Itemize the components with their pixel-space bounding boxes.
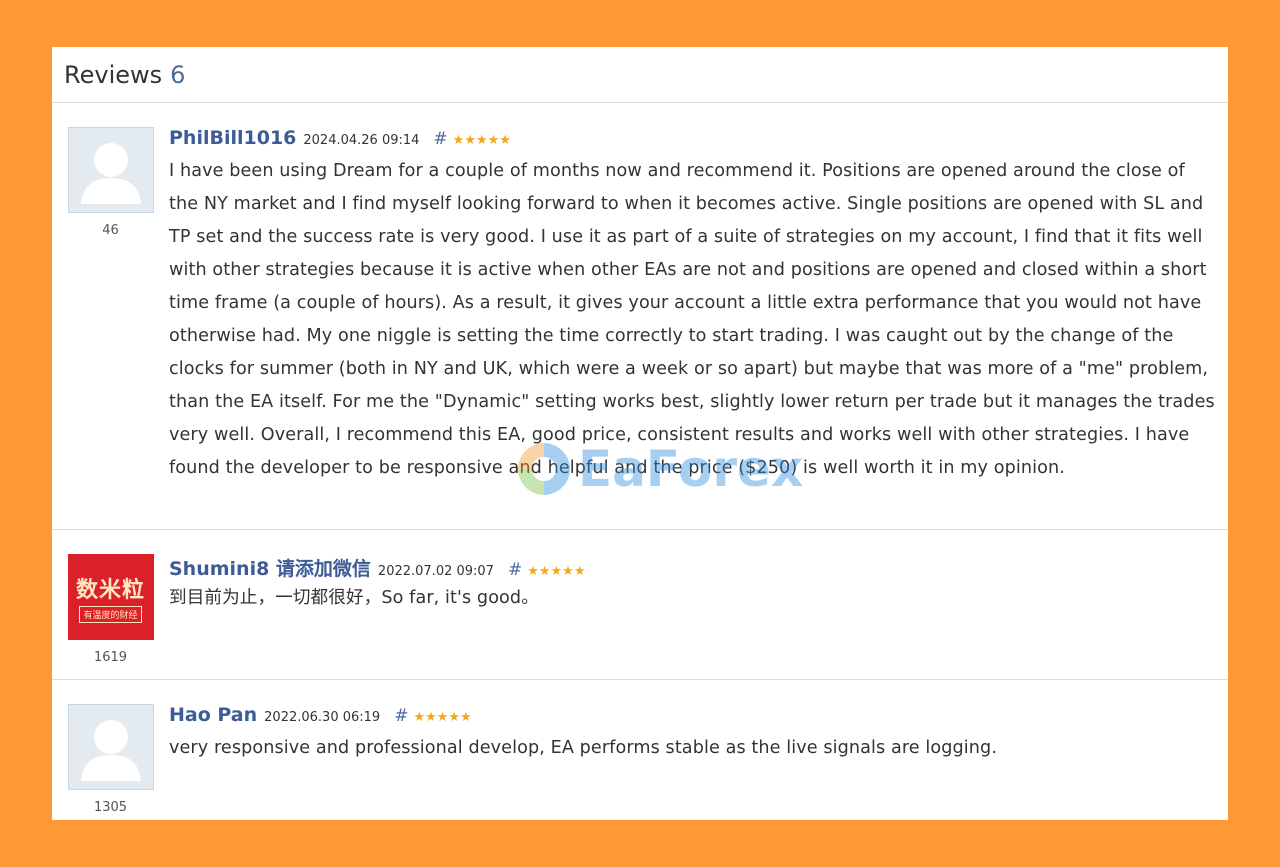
star-rating: ★★★★★ [527, 564, 586, 579]
review-text: 到目前为止，一切都很好，So far, it's good。 [169, 588, 539, 608]
star-rating: ★★★★★ [413, 710, 472, 725]
reviews-title: Reviews [64, 60, 163, 89]
review-text: very responsive and professional develop… [169, 738, 998, 758]
review-date: 2022.06.30 06:19 [264, 710, 381, 725]
permalink-hash[interactable]: # [433, 129, 447, 149]
review-content: Hao Pan 2022.06.30 06:19 # ★★★★★ very re… [169, 680, 1228, 820]
avatar-count: 46 [102, 223, 119, 238]
avatar[interactable] [67, 704, 154, 790]
avatar[interactable]: 数米粒 有温度的财经 [67, 554, 154, 640]
review-content: Shumini8 请添加微信 2022.07.02 09:07 # ★★★★★ … [169, 530, 1228, 679]
avatar-column: 1305 [52, 680, 169, 820]
author-link[interactable]: Hao Pan [169, 704, 257, 726]
avatar-column: 46 [52, 103, 169, 529]
review-item: 数米粒 有温度的财经 1619 Shumini8 请添加微信 2022.07.0… [52, 530, 1228, 680]
avatar-column: 数米粒 有温度的财经 1619 [52, 530, 169, 679]
review-date: 2022.07.02 09:07 [377, 564, 494, 579]
avatar-logo-subtext: 有温度的财经 [79, 605, 142, 623]
review-item: 46 PhilBill1016 2024.04.26 09:14 # ★★★★★… [52, 103, 1228, 530]
review-meta: Hao Pan 2022.06.30 06:19 # ★★★★★ [169, 704, 1218, 728]
reviews-count: 6 [170, 60, 186, 89]
permalink-hash[interactable]: # [394, 706, 408, 726]
review-meta: Shumini8 请添加微信 2022.07.02 09:07 # ★★★★★ [169, 554, 1218, 581]
avatar-count: 1619 [93, 650, 128, 665]
reviews-header: Reviews 6 [52, 47, 1228, 103]
avatar[interactable] [67, 127, 154, 213]
star-rating: ★★★★★ [452, 133, 511, 148]
author-link[interactable]: Shumini8 请添加微信 [169, 554, 371, 581]
avatar-count: 1305 [93, 800, 128, 815]
author-link[interactable]: PhilBill1016 [169, 127, 296, 149]
review-content: PhilBill1016 2024.04.26 09:14 # ★★★★★ I … [169, 103, 1228, 529]
default-user-icon [68, 705, 153, 789]
review-date: 2024.04.26 09:14 [303, 133, 420, 148]
review-meta: PhilBill1016 2024.04.26 09:14 # ★★★★★ [169, 127, 1218, 151]
reviews-panel: Reviews 6 46 PhilBill1016 2024.04.26 09:… [52, 47, 1228, 820]
avatar-logo-text: 数米粒 [75, 577, 145, 603]
permalink-hash[interactable]: # [508, 560, 522, 580]
default-user-icon [68, 128, 153, 212]
review-text: I have been using Dream for a couple of … [169, 161, 1215, 478]
review-item: 1305 Hao Pan 2022.06.30 06:19 # ★★★★★ ve… [52, 680, 1228, 820]
